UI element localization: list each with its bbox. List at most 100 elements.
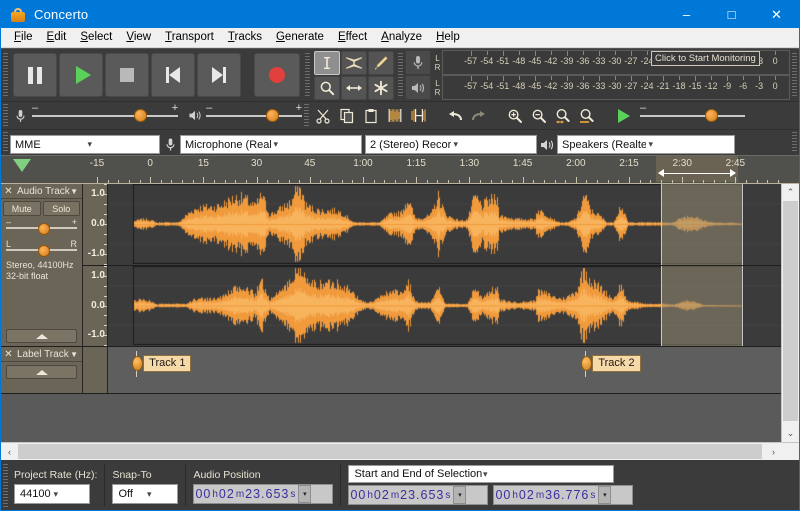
play-at-speed-button[interactable] xyxy=(612,105,636,127)
time-digits[interactable]: 00 xyxy=(195,487,211,501)
quick-play-pin-icon[interactable] xyxy=(13,159,31,172)
menu-item-effect[interactable]: Effect xyxy=(331,28,374,47)
close-track-button[interactable]: ✕ xyxy=(3,186,14,197)
silence-audio-button[interactable] xyxy=(407,105,431,127)
time-digits[interactable]: 00 xyxy=(495,488,511,502)
menu-item-edit[interactable]: Edit xyxy=(40,28,74,47)
scroll-down-button[interactable]: ⌄ xyxy=(782,425,799,442)
zoom-tool[interactable] xyxy=(314,75,340,100)
time-digits[interactable]: 02 xyxy=(374,488,390,502)
selection-tool[interactable] xyxy=(314,50,340,75)
draw-tool[interactable] xyxy=(368,50,394,75)
time-digits[interactable]: 23.653 xyxy=(400,488,444,502)
time-spinner[interactable]: ▾ xyxy=(298,485,312,503)
selection-toolbar-grip[interactable] xyxy=(1,460,10,510)
menu-item-tracks[interactable]: Tracks xyxy=(221,28,269,47)
microphone-icon[interactable] xyxy=(405,50,431,75)
collapse-track-button[interactable] xyxy=(6,365,77,379)
meter-toolbar-grip[interactable] xyxy=(396,49,405,101)
track-menu-chevron-icon[interactable]: ▼ xyxy=(70,187,80,196)
playback-speed-slider[interactable]: – xyxy=(640,102,745,127)
playback-volume-slider[interactable]: – + xyxy=(206,102,303,127)
maximize-button[interactable]: □ xyxy=(709,1,754,28)
stop-button[interactable] xyxy=(105,53,149,97)
speaker-icon[interactable] xyxy=(405,75,431,100)
pause-button[interactable] xyxy=(13,53,57,97)
transport-toolbar-grip[interactable] xyxy=(1,49,10,101)
copy-button[interactable] xyxy=(335,105,359,127)
zoom-out-button[interactable] xyxy=(527,105,551,127)
vertical-scroll-thumb[interactable] xyxy=(783,201,798,421)
playback-device-select[interactable]: Speakers (Realtek High Definiti ▾ xyxy=(557,135,735,154)
menu-item-generate[interactable]: Generate xyxy=(269,28,331,47)
menu-item-view[interactable]: View xyxy=(119,28,158,47)
close-button[interactable]: ✕ xyxy=(754,1,799,28)
fit-project-button[interactable] xyxy=(575,105,599,127)
label-text[interactable]: Track 2 xyxy=(592,355,641,372)
time-digits[interactable]: 02 xyxy=(219,487,235,501)
envelope-tool[interactable] xyxy=(341,50,367,75)
playback-meter-toolbar[interactable]: LR -57 -54 -51 -48 -45 -42 -39 -36 -33 -30 -27 -24-… xyxy=(405,75,790,100)
mute-button[interactable]: Mute xyxy=(3,201,41,216)
collapse-track-button[interactable] xyxy=(6,329,77,343)
redo-button[interactable] xyxy=(467,105,491,127)
undo-button[interactable] xyxy=(443,105,467,127)
audio-position-field[interactable]: 00 h 02 m 23.653 s ▾ xyxy=(193,484,334,504)
waveform-channel-1[interactable] xyxy=(108,184,799,265)
pan-slider[interactable]: L R xyxy=(6,239,77,257)
recording-device-select[interactable]: Microphone (Realtek High Defini ▾ xyxy=(180,135,362,154)
vertical-scrollbar[interactable]: ⌃ ⌄ xyxy=(781,184,799,442)
play-button[interactable] xyxy=(59,53,103,97)
meter-toolbar-grip-right[interactable] xyxy=(790,49,799,101)
selection-start-field[interactable]: 00 h 02 m 23.653 s ▾ xyxy=(348,485,489,505)
recording-channels-select[interactable]: 2 (Stereo) Recording Channels ▾ xyxy=(365,135,537,154)
time-digits[interactable]: 02 xyxy=(519,488,535,502)
scroll-right-button[interactable]: › xyxy=(765,443,782,460)
edit-toolbar-grip[interactable] xyxy=(302,102,311,129)
paste-button[interactable] xyxy=(359,105,383,127)
menu-item-transport[interactable]: Transport xyxy=(158,28,221,47)
time-digits[interactable]: 00 xyxy=(350,488,366,502)
mixer-toolbar-grip[interactable] xyxy=(1,102,10,129)
recording-volume-slider[interactable]: – + xyxy=(31,102,179,127)
multi-tool[interactable] xyxy=(368,75,394,100)
trim-audio-button[interactable] xyxy=(383,105,407,127)
minimize-button[interactable]: – xyxy=(664,1,709,28)
scroll-left-button[interactable]: ‹ xyxy=(1,443,18,460)
device-toolbar-grip-right[interactable] xyxy=(790,130,799,155)
fit-selection-button[interactable] xyxy=(551,105,575,127)
menu-item-select[interactable]: Select xyxy=(73,28,119,47)
time-spinner[interactable]: ▾ xyxy=(598,486,612,504)
project-rate-select[interactable]: 44100 ▾ xyxy=(14,484,90,504)
horizontal-scrollbar[interactable]: ‹ › xyxy=(1,442,799,460)
horizontal-scroll-thumb[interactable] xyxy=(18,444,762,459)
scroll-up-button[interactable]: ⌃ xyxy=(782,184,799,201)
label-text[interactable]: Track 1 xyxy=(143,355,192,372)
menu-item-analyze[interactable]: Analyze xyxy=(374,28,429,47)
cut-button[interactable] xyxy=(311,105,335,127)
playback-meter-scale[interactable]: -57 -54 -51 -48 -45 -42 -39 -36 -33 -30 -27 -24 -21-… xyxy=(442,75,790,100)
zoom-in-button[interactable] xyxy=(503,105,527,127)
waveform-channel-2[interactable] xyxy=(108,266,799,346)
time-digits[interactable]: 23.653 xyxy=(245,487,289,501)
record-button[interactable] xyxy=(254,53,300,97)
selection-mode-select[interactable]: Start and End of Selection ▾ xyxy=(348,465,615,483)
track-menu-chevron-icon[interactable]: ▼ xyxy=(70,350,80,359)
device-toolbar-grip[interactable] xyxy=(1,130,10,155)
close-track-button[interactable]: ✕ xyxy=(3,349,14,360)
skip-to-end-button[interactable] xyxy=(197,53,241,97)
menu-item-file[interactable]: File xyxy=(7,28,40,47)
audio-host-select[interactable]: MME ▾ xyxy=(10,135,160,154)
time-digits[interactable]: 36.776 xyxy=(545,488,589,502)
timeline-ruler[interactable]: -15 0 15 30 45 1:00 1:15 1:30 1:45 2:00 2:15 2:30 2:… xyxy=(1,155,799,184)
skip-to-start-button[interactable] xyxy=(151,53,195,97)
gain-slider[interactable]: – + xyxy=(6,217,77,235)
solo-button[interactable]: Solo xyxy=(42,201,80,216)
time-spinner[interactable]: ▾ xyxy=(453,486,467,504)
time-shift-tool[interactable] xyxy=(341,75,367,100)
menu-item-help[interactable]: Help xyxy=(429,28,467,47)
snap-to-select[interactable]: Off ▾ xyxy=(112,484,179,504)
selection-end-field[interactable]: 00 h 02 m 36.776 s ▾ xyxy=(493,485,634,505)
tools-toolbar-grip[interactable] xyxy=(303,49,312,101)
label-track-body[interactable]: Track 1 Track 2 xyxy=(108,347,799,393)
